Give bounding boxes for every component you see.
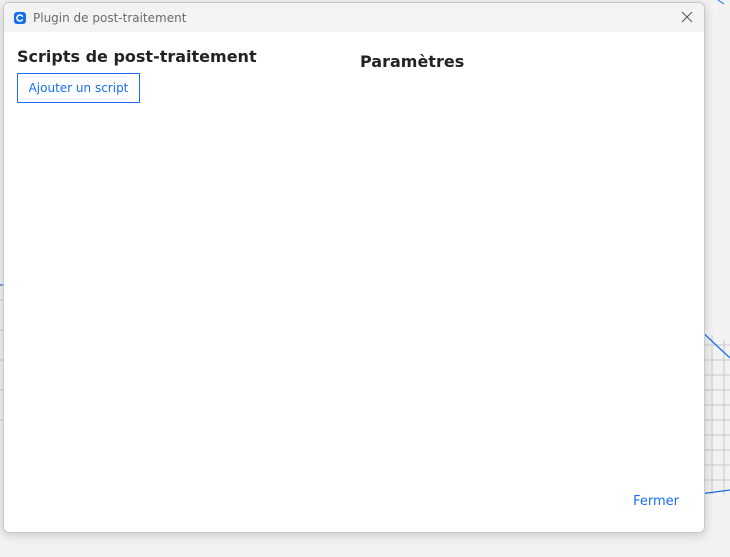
close-icon[interactable] [676,6,698,28]
add-script-button[interactable]: Ajouter un script [17,73,140,103]
cura-logo-icon [14,11,26,24]
dialog-content: Scripts de post-traitement Ajouter un sc… [4,32,704,532]
settings-heading: Paramètres [360,52,465,71]
title-bar: Plugin de post-traitement [4,3,704,32]
close-button[interactable]: Fermer [633,494,679,509]
window-title: Plugin de post-traitement [33,10,187,25]
scripts-heading: Scripts de post-traitement [17,47,257,66]
post-processing-dialog: Plugin de post-traitement Scripts de pos… [3,2,705,533]
